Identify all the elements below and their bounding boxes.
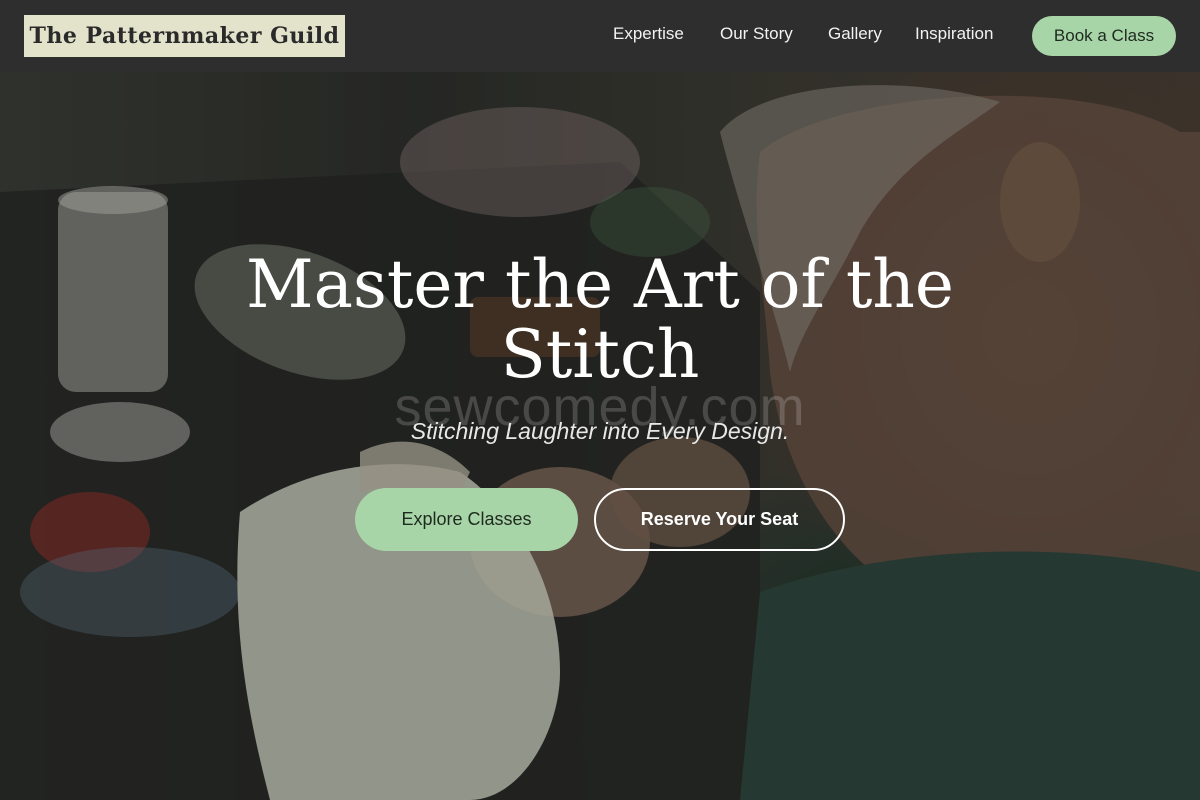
nav-link-inspiration[interactable]: Inspiration xyxy=(915,24,993,44)
nav-link-gallery[interactable]: Gallery xyxy=(828,24,882,44)
site-header: The Patternmaker Guild Expertise Our Sto… xyxy=(0,0,1200,72)
nav-link-expertise[interactable]: Expertise xyxy=(613,24,684,44)
hero-title: Master the Art of the Stitch xyxy=(246,246,954,393)
hero-tagline: Stitching Laughter into Every Design. xyxy=(410,418,790,444)
reserve-your-seat-button[interactable]: Reserve Your Seat xyxy=(594,488,845,551)
book-a-class-button[interactable]: Book a Class xyxy=(1032,16,1176,56)
site-logo[interactable]: The Patternmaker Guild xyxy=(24,15,345,57)
nav-link-our-story[interactable]: Our Story xyxy=(720,24,793,44)
explore-classes-button[interactable]: Explore Classes xyxy=(355,488,578,551)
